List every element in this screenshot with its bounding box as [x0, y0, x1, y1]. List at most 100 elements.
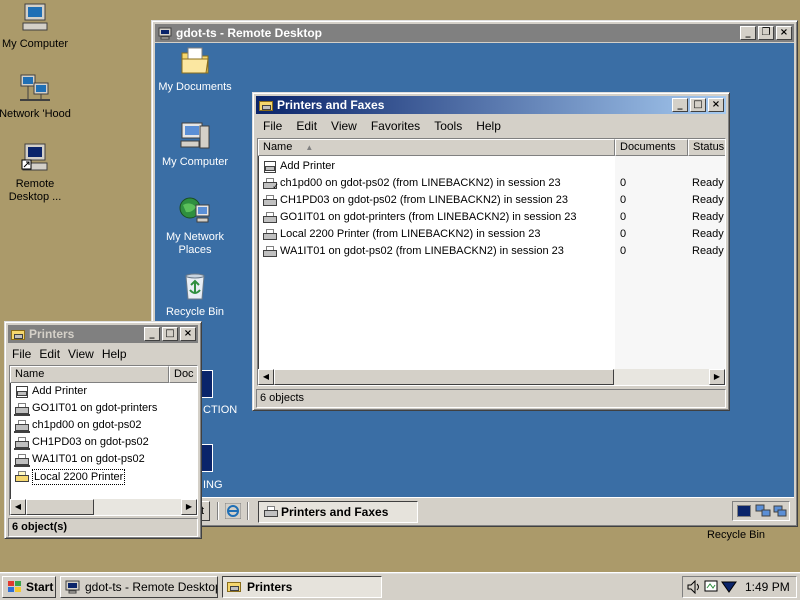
- ie-icon[interactable]: [224, 502, 242, 520]
- printer-folder-icon: [259, 99, 273, 112]
- globe-network-icon: [178, 195, 212, 227]
- remote-icon-my-computer[interactable]: My Computer: [157, 120, 233, 169]
- remote-icon-label: My Documents: [158, 81, 232, 93]
- windows-logo-icon: [7, 580, 23, 594]
- list-item[interactable]: GO1IT01 on gdot-printers (from LINEBACKN…: [262, 209, 577, 226]
- scroll-right-button[interactable]: ▶: [709, 369, 725, 385]
- printers-titlebar[interactable]: Printers _ □ ×: [8, 325, 198, 343]
- volume-icon[interactable]: [687, 579, 701, 595]
- menu-view[interactable]: View: [64, 347, 98, 361]
- restore-button[interactable]: ❐: [758, 26, 774, 40]
- list-item[interactable]: CH1PD03 on gdot-ps02: [14, 434, 149, 451]
- desktop-icon-my-computer[interactable]: My Computer: [0, 2, 73, 51]
- column-header-name[interactable]: Name ▲: [258, 139, 615, 156]
- close-button[interactable]: ×: [708, 98, 724, 112]
- remote-system-tray: [732, 501, 790, 521]
- scroll-left-button[interactable]: ◀: [258, 369, 274, 385]
- printer-icon: ✓: [262, 177, 279, 191]
- folder-documents-icon: [178, 45, 212, 77]
- desktop-icon-remote-desktop[interactable]: Remote Desktop ...: [0, 142, 73, 204]
- printer-icon: [263, 505, 279, 519]
- column-header-documents[interactable]: Doc: [169, 366, 197, 383]
- remote-tray-icon[interactable]: [737, 505, 751, 517]
- taskbar-button-printers[interactable]: Printers: [222, 576, 382, 598]
- documents-cell: 0: [620, 211, 627, 223]
- status-cell: Ready: [692, 177, 724, 189]
- remote-taskbar-printers-and-faxes[interactable]: Printers and Faxes: [258, 501, 418, 523]
- item-name: Add Printer: [32, 385, 88, 397]
- menu-favorites[interactable]: Favorites: [364, 119, 427, 133]
- printers-list-view[interactable]: Name Doc Add Printer GO1IT01 on gdot-pri…: [9, 365, 198, 516]
- printers-window[interactable]: Printers _ □ × File Edit View Help Name …: [4, 321, 202, 539]
- list-item[interactable]: Add Printer: [262, 158, 335, 175]
- network-tray-icon[interactable]: [704, 580, 718, 594]
- maximize-button[interactable]: □: [162, 327, 178, 341]
- minimize-button[interactable]: _: [144, 327, 160, 341]
- clock[interactable]: 1:49 PM: [745, 580, 790, 594]
- horizontal-scrollbar[interactable]: ◀ ▶: [258, 369, 725, 385]
- computer-icon: [178, 120, 212, 152]
- sort-arrow-icon: ▲: [305, 143, 314, 152]
- remote-icon-my-network-places[interactable]: My Network Places: [157, 195, 233, 257]
- list-item[interactable]: GO1IT01 on gdot-printers: [14, 400, 157, 417]
- remote-desktop-titlebar[interactable]: gdot-ts - Remote Desktop _ ❐ ×: [155, 24, 794, 42]
- menu-file[interactable]: File: [8, 347, 35, 361]
- tray-icon[interactable]: [721, 580, 737, 594]
- start-button[interactable]: Start: [2, 576, 56, 598]
- list-item[interactable]: Local 2200 Printer: [14, 468, 126, 485]
- list-item[interactable]: CH1PD03 on gdot-ps02 (from LINEBACKN2) i…: [262, 192, 568, 209]
- close-button[interactable]: ×: [776, 26, 792, 40]
- close-button[interactable]: ×: [180, 327, 196, 341]
- printers-and-faxes-titlebar[interactable]: Printers and Faxes _ □ ×: [256, 96, 726, 114]
- recycle-bin-icon: [178, 270, 212, 302]
- network-tray-icon[interactable]: [755, 504, 771, 518]
- menu-edit[interactable]: Edit: [35, 347, 64, 361]
- start-label: Start: [26, 580, 54, 594]
- remote-desktop-title: gdot-ts - Remote Desktop: [176, 26, 323, 40]
- printers-and-faxes-statusbar: 6 objects: [256, 389, 726, 408]
- menu-view[interactable]: View: [324, 119, 364, 133]
- scroll-left-button[interactable]: ◀: [10, 499, 26, 515]
- item-name: CH1PD03 on gdot-ps02: [32, 436, 149, 448]
- scroll-thumb[interactable]: [274, 369, 614, 385]
- menu-help[interactable]: Help: [98, 347, 131, 361]
- column-header-documents[interactable]: Documents: [615, 139, 688, 156]
- documents-cell: 0: [620, 194, 627, 206]
- taskbar-button-label: Printers and Faxes: [281, 505, 389, 519]
- partial-icon-label: ING: [203, 479, 223, 491]
- list-item[interactable]: WA1IT01 on gdot-ps02 (from LINEBACKN2) i…: [262, 243, 564, 260]
- taskbar-button-remote-desktop[interactable]: gdot-ts - Remote Desktop: [60, 576, 218, 598]
- network-printer-icon: [14, 402, 30, 416]
- scroll-right-button[interactable]: ▶: [181, 499, 197, 515]
- desktop-icon-network-hood[interactable]: Network 'Hood: [0, 72, 73, 121]
- status-cell: Ready: [692, 194, 724, 206]
- list-item[interactable]: WA1IT01 on gdot-ps02: [14, 451, 145, 468]
- list-item[interactable]: ✓ ch1pd00 on gdot-ps02 (from LINEBACKN2)…: [262, 175, 561, 192]
- column-header-name[interactable]: Name: [10, 366, 169, 383]
- list-item[interactable]: Local 2200 Printer (from LINEBACKN2) in …: [262, 226, 540, 243]
- printers-title: Printers: [29, 327, 75, 341]
- minimize-button[interactable]: _: [672, 98, 688, 112]
- maximize-button[interactable]: □: [690, 98, 706, 112]
- desktop-icon-recycle-bin-label[interactable]: Recycle Bin: [698, 529, 774, 541]
- printers-and-faxes-window[interactable]: Printers and Faxes _ □ × File Edit View …: [252, 92, 730, 411]
- remote-icon-my-documents[interactable]: My Documents: [157, 45, 233, 94]
- scroll-thumb[interactable]: [26, 499, 94, 515]
- menu-edit[interactable]: Edit: [289, 119, 324, 133]
- network-printer-icon: [14, 419, 30, 433]
- menu-help[interactable]: Help: [469, 119, 508, 133]
- network-printer-icon: [14, 436, 30, 450]
- remote-icon-recycle-bin[interactable]: Recycle Bin: [157, 270, 233, 319]
- status-cell: Ready: [692, 228, 724, 240]
- list-item[interactable]: Add Printer: [14, 383, 87, 400]
- horizontal-scrollbar[interactable]: ◀ ▶: [10, 499, 197, 515]
- computer-icon: [18, 2, 52, 34]
- printers-list-view[interactable]: Name ▲ Documents Status Add Printer ✓ ch…: [257, 138, 726, 386]
- minimize-button[interactable]: _: [740, 26, 756, 40]
- list-item[interactable]: ch1pd00 on gdot-ps02: [14, 417, 141, 434]
- column-header-status[interactable]: Status: [688, 139, 725, 156]
- menu-tools[interactable]: Tools: [427, 119, 469, 133]
- network-tray-icon[interactable]: [773, 504, 787, 518]
- menu-file[interactable]: File: [256, 119, 289, 133]
- default-printer-icon: [14, 470, 30, 484]
